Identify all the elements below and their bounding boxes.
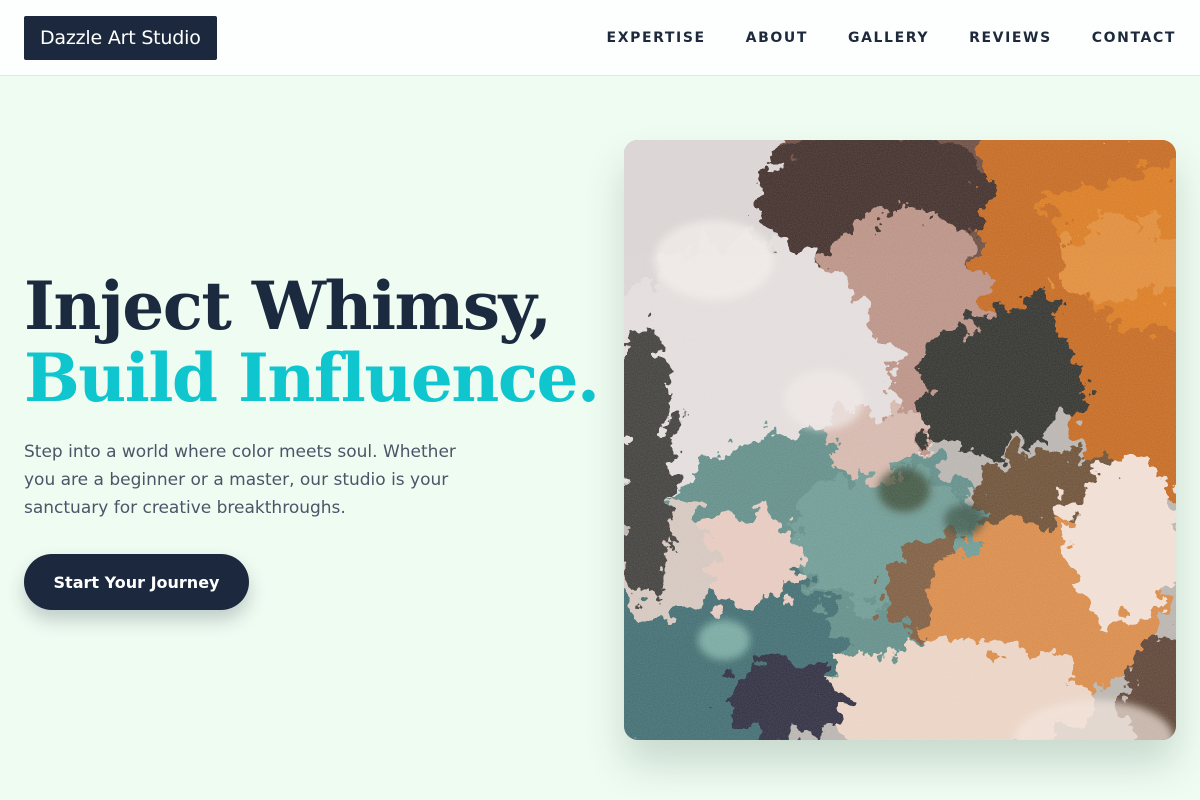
site-logo[interactable]: Dazzle Art Studio: [24, 16, 217, 60]
nav-link-reviews[interactable]: REVIEWS: [969, 30, 1052, 46]
nav-link-about[interactable]: ABOUT: [746, 30, 808, 46]
nav-link-contact[interactable]: CONTACT: [1092, 30, 1176, 46]
start-journey-button[interactable]: Start Your Journey: [24, 554, 249, 610]
main-nav: EXPERTISE ABOUT GALLERY REVIEWS CONTACT: [607, 0, 1176, 76]
nav-link-expertise[interactable]: EXPERTISE: [607, 30, 706, 46]
hero-painting-image: [624, 140, 1176, 740]
hero-title-line-1: Inject Whimsy,: [24, 267, 552, 345]
top-navbar: Dazzle Art Studio EXPERTISE ABOUT GALLER…: [0, 0, 1200, 76]
painting-artwork: [624, 140, 1176, 740]
hero-subtitle: Step into a world where color meets soul…: [24, 442, 456, 518]
hero-title-line-2: Build Influence.: [24, 339, 600, 417]
nav-link-gallery[interactable]: GALLERY: [848, 30, 929, 46]
hero-title: Inject Whimsy, Build Influence.: [24, 267, 600, 417]
